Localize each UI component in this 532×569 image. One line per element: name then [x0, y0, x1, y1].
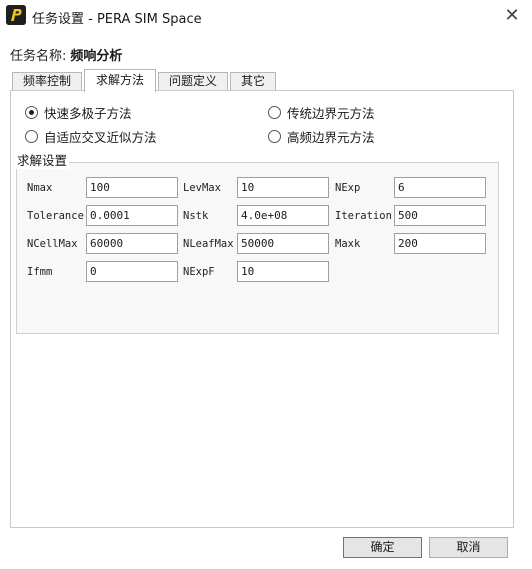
iteration-label: Iteration: [335, 210, 392, 222]
nstk-label: Nstk: [183, 210, 209, 222]
radio-label: 自适应交叉近似方法: [44, 130, 157, 145]
radio-label: 快速多极子方法: [44, 106, 132, 121]
radio-button[interactable]: [268, 130, 281, 143]
iteration-input[interactable]: 500: [394, 205, 486, 226]
tab-other[interactable]: 其它: [230, 72, 276, 91]
nmax-label: Nmax: [27, 182, 53, 194]
radio-fast-multipole[interactable]: 快速多极子方法: [25, 103, 132, 122]
nexpf-input[interactable]: 10: [237, 261, 329, 282]
maxk-input[interactable]: 200: [394, 233, 486, 254]
task-name-value: 频响分析: [70, 49, 123, 64]
maxk-label: Maxk: [335, 238, 361, 250]
radio-label: 传统边界元方法: [287, 106, 375, 121]
tab-problem-definition[interactable]: 问题定义: [158, 72, 228, 91]
title-bar: 任务设置 - PERA SIM Space ✕: [0, 0, 532, 33]
nexp-input[interactable]: 6: [394, 177, 486, 198]
nleafmax-label: NLeafMax: [183, 238, 234, 250]
ncellmax-label: NCellMax: [27, 238, 78, 250]
ifmm-input[interactable]: 0: [86, 261, 178, 282]
radio-button[interactable]: [268, 106, 281, 119]
nexp-label: NExp: [335, 182, 361, 194]
radio-high-frequency-bem[interactable]: 高频边界元方法: [268, 127, 375, 146]
nstk-input[interactable]: 4.0e+08: [237, 205, 329, 226]
app-logo-icon: [6, 5, 26, 25]
levmax-input[interactable]: 10: [237, 177, 329, 198]
tolerance-label: Tolerance: [27, 210, 84, 222]
radio-button[interactable]: [25, 130, 38, 143]
cancel-button[interactable]: 取消: [429, 537, 508, 558]
close-icon[interactable]: ✕: [500, 4, 524, 28]
radio-adaptive-cross-approx[interactable]: 自适应交叉近似方法: [25, 127, 157, 146]
radio-button-selected[interactable]: [25, 106, 38, 119]
tab-solve-method[interactable]: 求解方法: [84, 69, 156, 92]
radio-label: 高频边界元方法: [287, 130, 375, 145]
ifmm-label: Ifmm: [27, 266, 53, 278]
ok-button[interactable]: 确定: [343, 537, 422, 558]
nexpf-label: NExpF: [183, 266, 215, 278]
task-name-label: 任务名称:: [10, 49, 67, 64]
tolerance-input[interactable]: 0.0001: [86, 205, 178, 226]
radio-traditional-bem[interactable]: 传统边界元方法: [268, 103, 375, 122]
ncellmax-input[interactable]: 60000: [86, 233, 178, 254]
levmax-label: LevMax: [183, 182, 221, 194]
window-title: 任务设置 - PERA SIM Space: [32, 12, 202, 27]
task-name-row: 任务名称: 频响分析: [10, 45, 122, 64]
nmax-input[interactable]: 100: [86, 177, 178, 198]
nleafmax-input[interactable]: 50000: [237, 233, 329, 254]
tab-frequency-control[interactable]: 频率控制: [12, 72, 82, 91]
solver-settings-title: 求解设置: [15, 150, 70, 169]
